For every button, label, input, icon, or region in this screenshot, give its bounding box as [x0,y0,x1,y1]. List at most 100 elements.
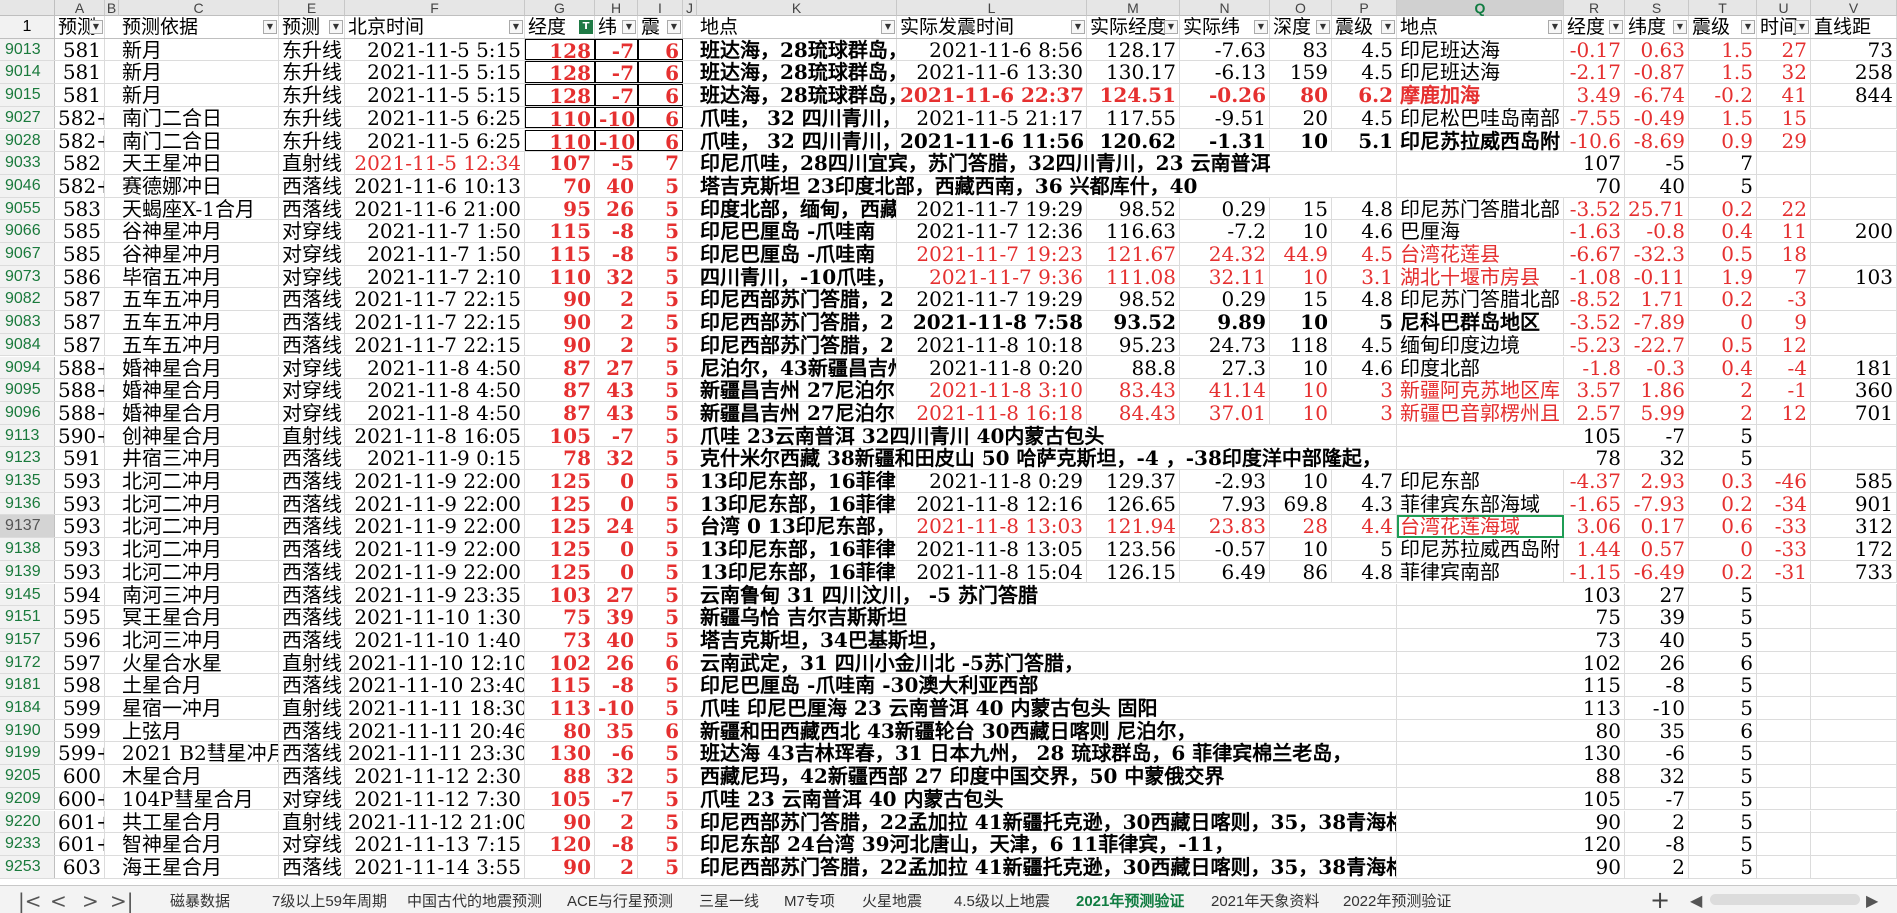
row-number[interactable]: 9253 [0,855,55,878]
cell-r[interactable]: 115 [1564,674,1625,696]
cell-s[interactable]: -0.87 [1625,61,1689,84]
cell-e[interactable]: 东升线 [279,84,345,106]
cell-t[interactable]: 1.5 [1689,61,1757,84]
cell-g[interactable]: 105 [525,787,595,810]
cell-r[interactable]: 102 [1564,651,1625,674]
cell-i[interactable]: 5 [638,765,683,787]
row-number[interactable]: 9199 [0,742,55,765]
cell-u[interactable]: 12 [1757,333,1811,356]
cell-e[interactable]: 东升线 [279,129,345,152]
filter-dropdown-icon[interactable]: ▼ [1609,20,1623,34]
cell-h[interactable]: 2 [595,288,638,311]
cell-v[interactable] [1811,606,1897,628]
cell-t[interactable]: 5 [1689,424,1757,447]
filter-dropdown-icon[interactable]: ▼ [1673,20,1687,34]
cell-u[interactable]: 11 [1757,220,1811,242]
column-header-f[interactable]: F [345,0,525,16]
filter-dropdown-icon[interactable]: ▼ [1741,20,1755,34]
cell-i[interactable]: 5 [638,379,683,401]
cell-g[interactable]: 115 [525,674,595,696]
cell-a[interactable]: 600 [55,765,105,787]
cell-r[interactable]: -1.63 [1564,220,1625,242]
cell-i[interactable]: 5 [638,333,683,356]
cell-a[interactable]: 593 [55,470,105,492]
cell-v[interactable]: 844 [1811,84,1897,106]
cell-v[interactable] [1811,424,1897,447]
cell-p[interactable]: 4.3 [1332,492,1397,515]
filter-dropdown-icon[interactable]: ▼ [622,20,636,34]
cell-q[interactable]: 台湾花莲县 [1397,243,1564,265]
cell-k[interactable]: 印尼爪哇，28四川宜宾，苏门答腊，32四川青川，23 云南普洱 [697,152,1397,174]
cell-c[interactable]: 2021 B2彗星冲月 [119,742,279,765]
cell-k[interactable]: 爪哇 23云南普洱 32四川青川 40内蒙古包头 [697,424,1397,447]
row-number[interactable]: 9209 [0,787,55,810]
cell-t[interactable]: 5 [1689,674,1757,696]
cell-s[interactable]: 2.93 [1625,470,1689,492]
cell-n[interactable]: -9.51 [1180,106,1270,129]
cell-k[interactable]: 新疆昌吉州 27尼泊尔 [697,401,897,424]
cell-f[interactable]: 2021-11-14 3:55 [345,855,525,878]
cell-k[interactable]: 印尼巴厘岛 -爪哇南 [697,220,897,242]
row-number[interactable]: 9013 [0,38,55,61]
cell-i[interactable]: 6 [638,651,683,674]
cell-g[interactable]: 125 [525,538,595,560]
cell-u[interactable]: 15 [1757,106,1811,129]
cell-u[interactable] [1757,447,1811,469]
cell-a[interactable]: 581 [55,38,105,61]
cell-m[interactable]: 117.55 [1087,106,1180,129]
cell-a[interactable]: 593 [55,538,105,560]
cell-g[interactable]: 78 [525,447,595,469]
cell-o[interactable]: 80 [1270,84,1332,106]
cell-q[interactable]: 新疆巴音郭楞州且 [1397,401,1564,424]
cell-h[interactable]: 32 [595,447,638,469]
cell-s[interactable]: 27 [1625,583,1689,606]
filter-dropdown-icon[interactable]: ▼ [1381,20,1395,34]
cell-f[interactable]: 2021-11-5 6:25 [345,106,525,129]
cell-h[interactable]: -7 [595,787,638,810]
cell-m[interactable]: 116.63 [1087,220,1180,242]
cell-s[interactable]: -0.3 [1625,356,1689,379]
cell-c[interactable]: 五车五冲月 [119,288,279,311]
cell-m[interactable]: 98.52 [1087,288,1180,311]
cell-c[interactable]: 新月 [119,61,279,84]
cell-m[interactable]: 95.23 [1087,333,1180,356]
cell-g[interactable]: 110 [525,106,595,129]
cell-g[interactable]: 87 [525,401,595,424]
cell-e[interactable]: 西落线 [279,583,345,606]
filter-dropdown-icon[interactable]: ▼ [1164,20,1178,34]
cell-u[interactable]: 18 [1757,243,1811,265]
cell-a[interactable]: 585 [55,220,105,242]
cell-g[interactable]: 128 [525,61,595,84]
cell-e[interactable]: 对穿线 [279,833,345,855]
cell-c[interactable]: 毕宿五冲月 [119,265,279,288]
cell-k[interactable]: 新疆乌恰 吉尔吉斯斯坦 [697,606,1397,628]
cell-g[interactable]: 70 [525,174,595,197]
filter-dropdown-icon[interactable]: ▼ [263,20,277,34]
row-number[interactable]: 9066 [0,220,55,242]
cell-c[interactable]: 星宿一冲月 [119,697,279,719]
cell-a[interactable]: 590+1 [55,424,105,447]
row-number[interactable]: 9014 [0,61,55,84]
cell-h[interactable]: 2 [595,855,638,878]
cell-c[interactable]: 婚神星合月 [119,401,279,424]
cell-k[interactable]: 印尼西部苏门答腊，2 [697,288,897,311]
cell-c[interactable]: 新月 [119,84,279,106]
cell-u[interactable] [1757,583,1811,606]
cell-a[interactable]: 598 [55,674,105,696]
cell-t[interactable]: 5 [1689,765,1757,787]
cell-h[interactable]: -8 [595,833,638,855]
cell-k[interactable]: 印尼东部 24台湾 39河北唐山，天津，6 11菲律宾，-11， [697,833,1397,855]
cell-r[interactable]: -3.52 [1564,311,1625,333]
cell-e[interactable]: 对穿线 [279,356,345,379]
cell-e[interactable]: 西落线 [279,333,345,356]
cell-i[interactable]: 5 [638,265,683,288]
cell-a[interactable]: 582 [55,152,105,174]
cell-a[interactable]: 583 [55,197,105,220]
cell-t[interactable]: 5 [1689,628,1757,651]
cell-p[interactable]: 4.6 [1332,356,1397,379]
filter-dropdown-icon[interactable]: ▼ [1548,20,1562,34]
cell-e[interactable]: 东升线 [279,106,345,129]
cell-t[interactable]: 0.5 [1689,333,1757,356]
cell-t[interactable]: -0.2 [1689,84,1757,106]
cell-e[interactable]: 对穿线 [279,787,345,810]
